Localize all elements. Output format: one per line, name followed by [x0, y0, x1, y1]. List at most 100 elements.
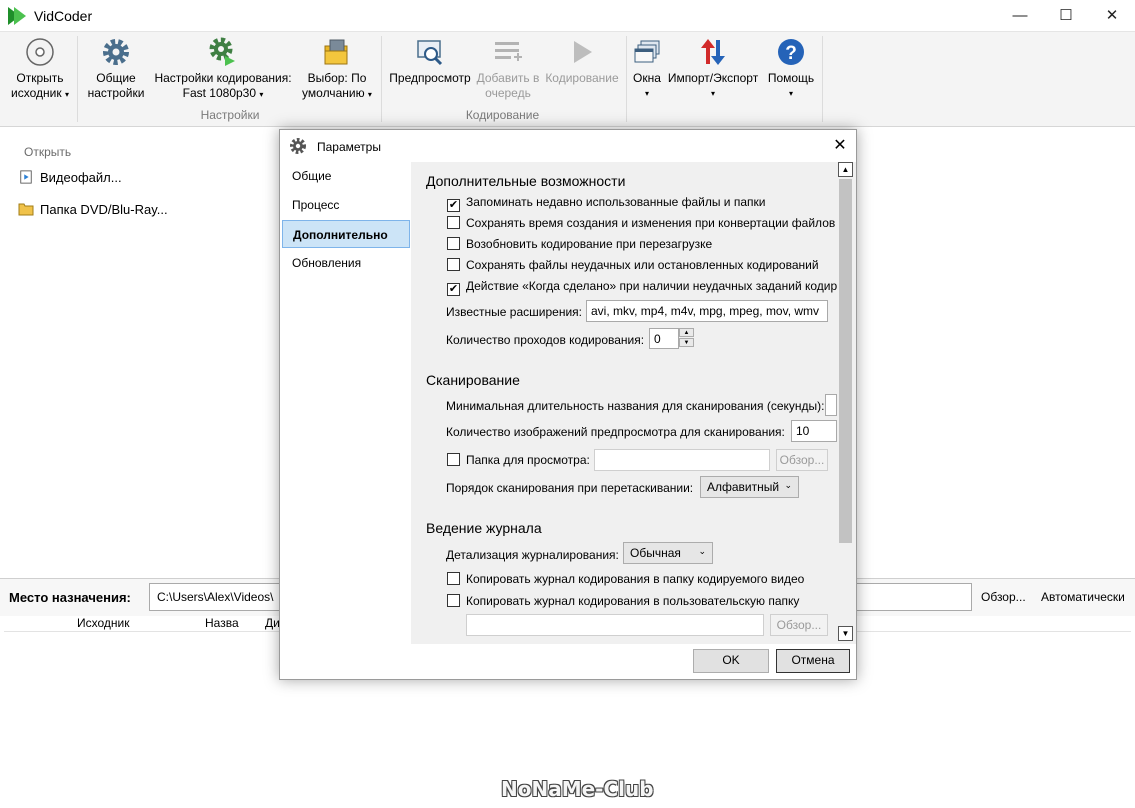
destination-auto-button[interactable]: Автоматически [1041, 590, 1125, 604]
keep-failed-files-checkbox[interactable]: Сохранять файлы неудачных или остановлен… [447, 258, 819, 272]
settings-content: Дополнительные возможности ✔ Запоминать н… [411, 162, 856, 644]
queue-column-source[interactable]: Исходник [77, 616, 129, 630]
general-settings-label: Общие [96, 71, 136, 85]
ok-button[interactable]: OK [693, 649, 769, 673]
chevron-down-icon: ⌄ [698, 546, 706, 556]
log-verbosity-value: Обычная [630, 546, 681, 560]
watermark: NoNaMe-Club [501, 777, 654, 801]
extensions-label: Известные расширения: [446, 305, 582, 319]
maximize-button[interactable]: ☐ [1043, 0, 1089, 32]
settings-nav: Общие Процесс Дополнительно Обновления [280, 162, 411, 647]
open-source-label-2: исходник [11, 86, 62, 100]
scroll-down-icon[interactable]: ▼ [838, 626, 853, 641]
checkbox-box [447, 216, 460, 229]
folder-icon [18, 203, 34, 216]
add-to-queue-button[interactable]: Добавить в очередь [474, 36, 542, 101]
queue-column-duration[interactable]: Ди [265, 616, 280, 630]
section-heading-scanning: Сканирование [426, 372, 520, 388]
dialog-close-button[interactable]: ✕ [830, 135, 850, 155]
copy-log-to-custom-folder-checkbox[interactable]: Копировать журнал кодирования в пользова… [447, 594, 799, 608]
windows-label: Окна [633, 71, 661, 85]
dialog-title: Параметры [317, 140, 381, 154]
open-video-file-link[interactable]: Видеофайл... [18, 170, 122, 185]
encode-passes-label: Количество проходов кодирования: [446, 333, 645, 347]
disc-icon [26, 38, 54, 66]
checkbox-label: Сохранять время создания и изменения при… [466, 216, 836, 230]
checkbox-box [447, 237, 460, 250]
chevron-down-icon: ▾ [64, 90, 69, 99]
settings-scrollbar[interactable]: ▲ ▼ [837, 162, 854, 644]
close-window-button[interactable]: ✕ [1089, 0, 1135, 32]
windows-menu-button[interactable]: Окна ▾ [629, 36, 665, 101]
ribbon-group-encoding-label: Кодирование [465, 108, 540, 122]
cancel-button[interactable]: Отмена [776, 649, 850, 673]
encode-button[interactable]: Кодирование [542, 36, 622, 86]
section-heading-logging: Ведение журнала [426, 520, 542, 536]
checkbox-label: Действие «Когда сделано» при наличии неу… [466, 279, 838, 293]
custom-log-browse-button[interactable]: Обзор... [770, 614, 828, 636]
min-duration-label: Минимальная длительность названия для ск… [446, 399, 825, 413]
queue-column-name[interactable]: Назва [205, 616, 239, 630]
drag-order-select[interactable]: Алфавитный ⌄ [700, 476, 799, 498]
nav-item-updates[interactable]: Обновления [282, 249, 410, 277]
open-dvd-folder-link[interactable]: Папка DVD/Blu-Ray... [18, 202, 168, 217]
log-verbosity-select[interactable]: Обычная ⌄ [623, 542, 713, 564]
destination-browse-button[interactable]: Обзор... [981, 590, 1026, 604]
settings-dialog: Параметры ✕ Общие Процесс Дополнительно … [279, 129, 857, 680]
copy-log-to-video-folder-checkbox[interactable]: Копировать журнал кодирования в папку ко… [447, 572, 804, 586]
chevron-down-icon: ▾ [788, 89, 793, 98]
add-queue-icon [495, 42, 522, 61]
scrollbar-thumb[interactable] [839, 179, 852, 543]
ribbon-divider [626, 36, 627, 122]
open-source-button[interactable]: Открыть исходник ▾ [8, 36, 72, 102]
extensions-input[interactable]: avi, mkv, mp4, m4v, mpg, mpeg, mov, wmv [586, 300, 828, 322]
gear-film-icon [209, 37, 235, 66]
preview-icon [417, 40, 443, 66]
help-label: Помощь [767, 71, 815, 85]
gear-icon [290, 138, 306, 154]
checkbox-box [447, 453, 460, 466]
watch-folder-input[interactable] [594, 449, 770, 471]
general-settings-button[interactable]: Общие настройки [84, 36, 148, 101]
checkbox-box: ✔ [447, 199, 460, 212]
checkbox-label: Запоминать недавно использованные файлы … [466, 195, 766, 209]
checkbox-label: Сохранять файлы неудачных или остановлен… [466, 258, 819, 272]
help-button[interactable]: ? Помощь ▾ [763, 36, 819, 101]
ribbon-divider [381, 36, 382, 122]
preview-count-input[interactable]: 10 [791, 420, 837, 442]
encode-label: Кодирование [545, 71, 619, 85]
watch-folder-checkbox[interactable]: Папка для просмотра: [447, 453, 590, 467]
vidcoder-logo-icon [8, 7, 26, 25]
open-source-label: Открыть [16, 71, 64, 85]
video-file-icon [20, 170, 32, 184]
chevron-down-icon: ▾ [710, 89, 715, 98]
nav-item-advanced[interactable]: Дополнительно [282, 220, 410, 248]
nav-item-process[interactable]: Процесс [282, 191, 410, 219]
open-dvd-folder-label: Папка DVD/Blu-Ray... [40, 202, 168, 217]
chevron-down-icon: ⌄ [784, 480, 792, 490]
svg-text:?: ? [785, 43, 797, 64]
section-heading-advanced: Дополнительные возможности [426, 173, 626, 189]
preserve-timestamps-checkbox[interactable]: Сохранять время создания и изменения при… [447, 216, 835, 230]
when-done-action-checkbox[interactable]: ✔ Действие «Когда сделано» при наличии не… [447, 279, 837, 296]
open-video-file-label: Видеофайл... [40, 170, 122, 185]
checkbox-box [447, 572, 460, 585]
spinner-up-icon[interactable]: ▲ [679, 328, 694, 337]
watch-folder-browse-button[interactable]: Обзор... [776, 449, 828, 471]
drag-order-label: Порядок сканирования при перетаскивании: [446, 481, 694, 495]
scroll-up-icon[interactable]: ▲ [838, 162, 853, 177]
custom-log-folder-input[interactable] [466, 614, 764, 636]
import-export-button[interactable]: Импорт/Экспорт ▾ [664, 36, 762, 101]
min-duration-input[interactable] [825, 394, 837, 416]
nav-item-general[interactable]: Общие [282, 162, 410, 190]
remember-recent-checkbox[interactable]: ✔ Запоминать недавно использованные файлы… [447, 195, 765, 212]
preview-button[interactable]: Предпросмотр [386, 36, 474, 86]
spinner-down-icon[interactable]: ▼ [679, 338, 694, 347]
encode-passes-input[interactable]: 0 [649, 328, 679, 349]
encoding-settings-button[interactable]: Настройки кодирования: Fast 1080p30 ▾ [150, 36, 296, 102]
add-to-queue-label-2: очередь [485, 86, 531, 100]
resume-on-restart-checkbox[interactable]: Возобновить кодирование при перезагрузке [447, 237, 712, 251]
minimize-button[interactable]: — [997, 0, 1043, 32]
ribbon-divider [77, 36, 78, 122]
pick-default-button[interactable]: Выбор: По умолчанию ▾ [298, 36, 376, 102]
